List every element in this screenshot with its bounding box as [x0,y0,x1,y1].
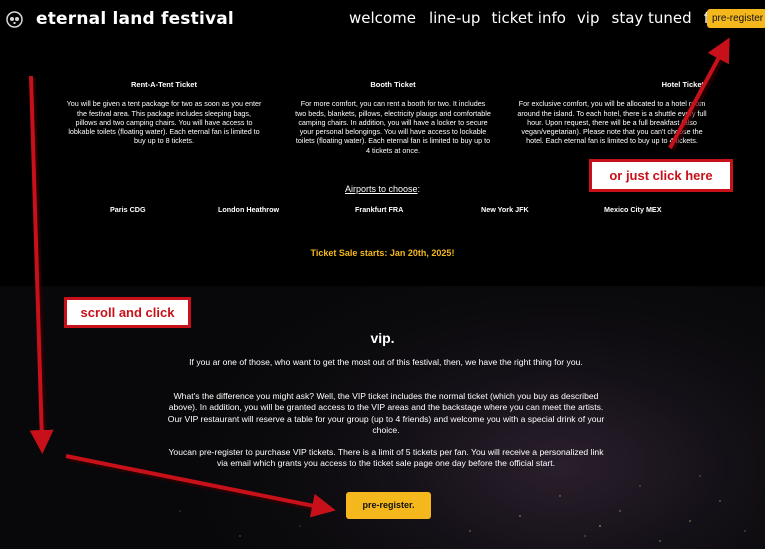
airports-title[interactable]: Airports to choose [345,184,418,194]
ticket-description: For exclusive comfort, you will be alloc… [517,99,707,146]
annotation-callout-click-here: or just click here [589,159,733,192]
vip-paragraph: If you ar one of those, who want to get … [189,357,583,367]
airport-item: New York JFK [481,205,529,214]
nav-welcome[interactable]: welcome [349,9,416,27]
ticket-title: Hotel Ticket [661,80,704,89]
nav-ticket-info[interactable]: ticket info [491,9,565,27]
ticket-booth: Booth Ticket For more comfort, you can r… [295,80,491,155]
nav-vip[interactable]: vip [577,9,600,27]
ticket-hotel: Hotel Ticket For exclusive comfort, you … [512,80,712,146]
ticket-rent-a-tent: Rent-A-Tent Ticket You will be given a t… [66,80,262,146]
vip-paragraph: What's the difference you might ask? Wel… [167,391,605,435]
vip-pre-register-button[interactable]: pre-register. [346,492,431,519]
airport-item: London Heathrow [218,205,280,214]
annotation-callout-scroll: scroll and click [64,297,191,328]
nav-stay-tuned[interactable]: stay tuned [612,9,692,27]
skull-icon[interactable] [6,11,23,28]
pre-register-nav-button[interactable]: pre-register [707,9,765,28]
brand-name[interactable]: eternal land festival [36,9,234,29]
airport-item: Frankfurt FRA [355,205,404,214]
ticket-title: Booth Ticket [370,80,416,89]
airport-item: Mexico City MEX [604,205,662,214]
ticket-title: Rent-A-Tent Ticket [131,80,197,89]
ticket-description: For more comfort, you can rent a booth f… [295,99,491,155]
ticket-sale-notice: Ticket Sale starts: Jan 20th, 2025! [310,248,455,258]
nav-links: welcome line-up ticket info vip stay tun… [349,9,728,27]
airport-item: Paris CDG [110,205,146,214]
vip-paragraph: Youcan pre-register to purchase VIP tick… [168,447,604,469]
vip-heading: vip. [370,330,395,346]
nav-line-up[interactable]: line-up [429,9,481,27]
ticket-description: You will be given a tent package for two… [66,99,262,146]
top-navbar: eternal land festival welcome line-up ti… [0,0,765,38]
